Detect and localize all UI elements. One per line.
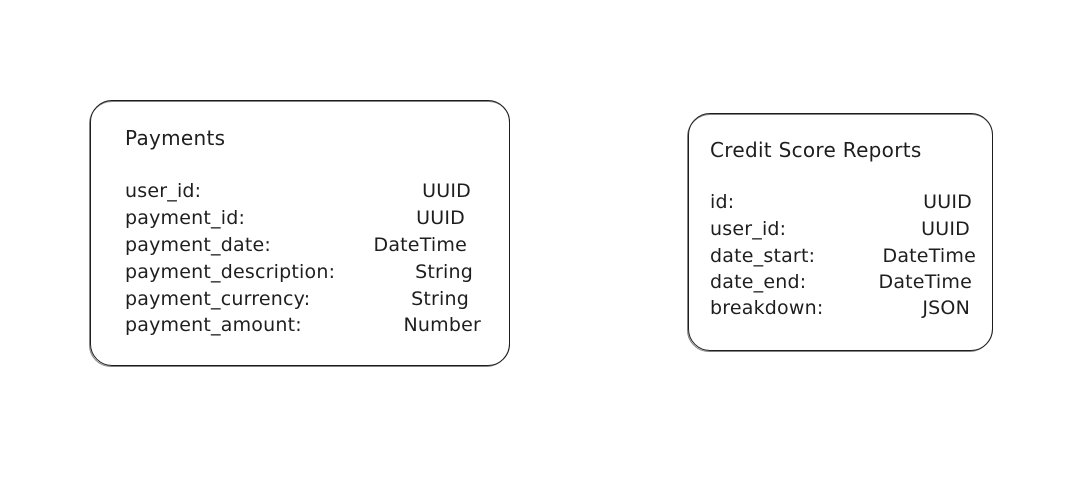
payments-field-row: payment_currency: String: [125, 286, 469, 312]
payments-field-row: user_id: UUID: [125, 178, 471, 204]
field-type: DateTime: [878, 271, 972, 293]
payments-field-row: payment_date: DateTime: [125, 232, 467, 258]
field-type: Number: [403, 314, 481, 336]
field-name: payment_amount:: [125, 314, 302, 336]
field-type: String: [415, 261, 473, 283]
diagram-canvas: Payments user_id: UUID payment_id: UUID …: [0, 0, 1081, 499]
field-name: payment_description:: [125, 261, 336, 283]
credit-field-row: breakdown: JSON: [710, 295, 970, 321]
field-type: DateTime: [373, 234, 467, 256]
credit-score-reports-table-box[interactable]: Credit Score Reports id: UUID user_id: U…: [687, 113, 993, 352]
credit-field-row: date_end: DateTime: [710, 269, 972, 295]
field-name: id:: [710, 191, 735, 213]
field-type: UUID: [416, 207, 465, 229]
payments-field-row: payment_amount: Number: [125, 312, 481, 338]
field-name: payment_currency:: [125, 288, 311, 310]
field-type: JSON: [922, 297, 970, 319]
payments-field-row: payment_description: String: [125, 259, 473, 285]
payments-table-box[interactable]: Payments user_id: UUID payment_id: UUID …: [89, 100, 510, 367]
field-name: date_start:: [710, 245, 816, 267]
field-name: user_id:: [710, 218, 787, 240]
payments-table-title: Payments: [125, 126, 226, 150]
field-type: UUID: [921, 218, 970, 240]
credit-field-row: id: UUID: [710, 189, 972, 215]
field-name: payment_date:: [125, 234, 271, 256]
payments-field-row: payment_id: UUID: [125, 205, 465, 231]
credit-field-row: date_start: DateTime: [710, 243, 976, 269]
field-type: String: [411, 288, 469, 310]
field-name: payment_id:: [125, 207, 246, 229]
field-name: breakdown:: [710, 297, 824, 319]
field-type: UUID: [422, 180, 471, 202]
credit-field-row: user_id: UUID: [710, 216, 970, 242]
field-name: date_end:: [710, 271, 807, 293]
credit-score-reports-table-title: Credit Score Reports: [710, 138, 922, 162]
field-type: UUID: [923, 191, 972, 213]
field-type: DateTime: [882, 245, 976, 267]
field-name: user_id:: [125, 180, 202, 202]
